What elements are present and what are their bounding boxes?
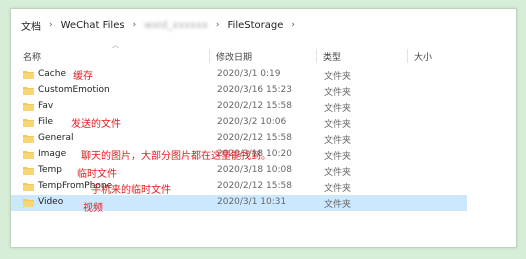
- file-name: File: [38, 117, 54, 127]
- breadcrumb-item-wechat-files[interactable]: WeChat Files: [59, 20, 127, 31]
- file-type: 文件夹: [324, 200, 352, 210]
- folder-icon: [23, 199, 34, 207]
- folder-icon: [23, 167, 34, 175]
- file-name: Temp: [38, 165, 62, 175]
- column-header-size[interactable]: 大小: [414, 50, 432, 63]
- file-type: 文件夹: [324, 120, 352, 130]
- annotation-temp: 临时文件: [77, 169, 117, 180]
- file-date: 2020/3/2 10:06: [217, 117, 287, 127]
- chevron-right-icon: ›: [49, 20, 53, 30]
- file-type: 文件夹: [324, 152, 352, 162]
- breadcrumb: 文档 › WeChat Files › wxid_xxxxxx › FileSt…: [19, 15, 301, 35]
- folder-icon: [23, 135, 34, 143]
- list-item-selected[interactable]: Video 2020/3/1 10:31 文件夹: [11, 195, 467, 211]
- file-type: 文件夹: [324, 168, 352, 178]
- breadcrumb-item-account-blurred[interactable]: wxid_xxxxxx: [142, 20, 210, 31]
- column-divider[interactable]: [407, 49, 408, 63]
- column-divider[interactable]: [209, 49, 210, 63]
- file-name: Image: [38, 149, 67, 159]
- chevron-right-icon: ›: [215, 20, 220, 30]
- file-name: Video: [38, 197, 64, 207]
- annotation-cache: 缓存: [73, 71, 93, 82]
- file-name: General: [38, 133, 74, 143]
- file-name: CustomEmotion: [38, 85, 110, 95]
- list-item[interactable]: TempFromPhone 2020/2/12 15:58 文件夹: [11, 179, 467, 195]
- file-type: 文件夹: [324, 104, 352, 114]
- chevron-right-icon: ›: [291, 20, 295, 30]
- file-date: 2020/3/1 10:31: [217, 197, 287, 207]
- file-date: 2020/2/12 15:58: [217, 133, 292, 143]
- file-type: 文件夹: [324, 136, 352, 146]
- annotation-file: 发送的文件: [71, 119, 121, 130]
- folder-icon: [23, 87, 34, 95]
- folder-icon: [23, 103, 34, 111]
- file-name: Fav: [38, 101, 54, 111]
- file-date: 2020/2/12 15:58: [217, 101, 292, 111]
- file-type: 文件夹: [324, 184, 352, 194]
- file-date: 2020/2/12 15:58: [217, 181, 292, 191]
- list-item[interactable]: Fav 2020/2/12 15:58 文件夹: [11, 99, 467, 115]
- file-date: 2020/3/1 0:19: [217, 69, 281, 79]
- column-divider[interactable]: [316, 49, 317, 63]
- folder-icon: [23, 183, 34, 191]
- file-name: Cache: [38, 69, 66, 79]
- breadcrumb-item-filestorage[interactable]: FileStorage: [226, 20, 286, 31]
- folder-icon: [23, 119, 34, 127]
- breadcrumb-item-documents[interactable]: 文档: [19, 18, 43, 33]
- file-type: 文件夹: [324, 72, 352, 82]
- column-header-date[interactable]: 修改日期: [216, 50, 252, 63]
- list-item[interactable]: General 2020/2/12 15:58 文件夹: [11, 131, 467, 147]
- annotation-image: 聊天的图片，大部分图片都在这里能找到。: [81, 151, 271, 162]
- chevron-right-icon: ›: [132, 20, 137, 30]
- column-header-name[interactable]: 名称: [23, 50, 41, 63]
- folder-icon: [23, 151, 34, 159]
- list-item[interactable]: CustomEmotion 2020/3/16 15:23 文件夹: [11, 83, 467, 99]
- explorer-window: 文档 › WeChat Files › wxid_xxxxxx › FileSt…: [10, 8, 517, 248]
- file-type: 文件夹: [324, 88, 352, 98]
- file-date: 2020/3/18 10:08: [217, 165, 292, 175]
- column-header-bar: 名称 修改日期 类型 大小: [11, 47, 516, 65]
- annotation-tempfromphone: 手机来的临时文件: [91, 185, 171, 196]
- file-list: Cache 2020/3/1 0:19 文件夹 CustomEmotion 20…: [11, 67, 516, 211]
- column-header-type[interactable]: 类型: [323, 50, 341, 63]
- annotation-video: 视频: [83, 203, 103, 214]
- file-date: 2020/3/16 15:23: [217, 85, 292, 95]
- folder-icon: [23, 71, 34, 79]
